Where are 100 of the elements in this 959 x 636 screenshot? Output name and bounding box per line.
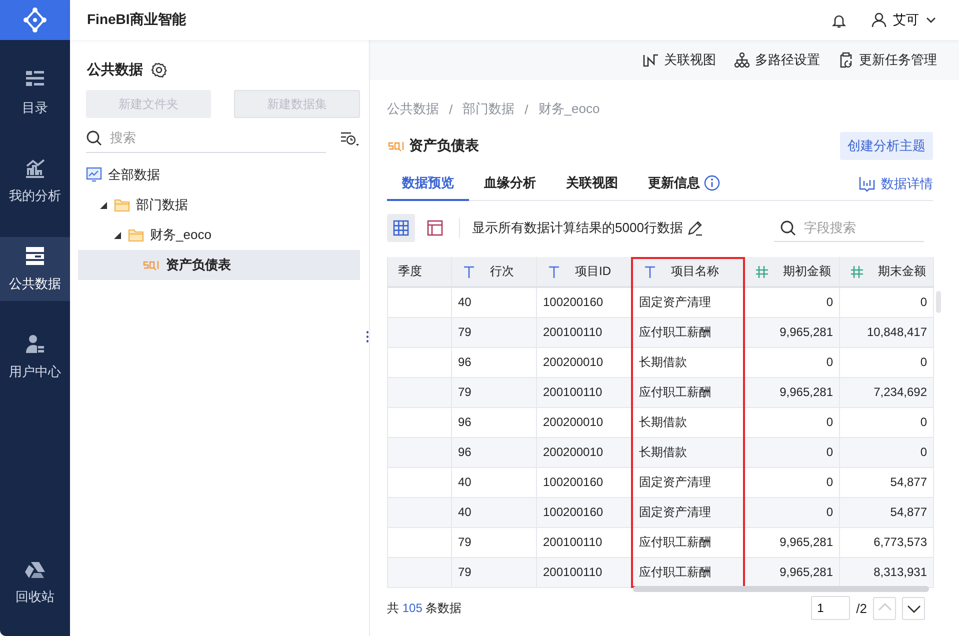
table-cell: 79 — [452, 527, 536, 557]
table-cell: 应付职工薪酬 — [632, 377, 744, 407]
table-cell: 应付职工薪酬 — [632, 557, 744, 587]
user-icon — [871, 12, 887, 28]
tab[interactable]: 关联视图 — [551, 167, 633, 201]
number-type-icon — [755, 264, 769, 278]
chart-doc-icon — [859, 176, 875, 192]
tab[interactable]: 更新信息 — [633, 167, 735, 201]
tab[interactable]: 数据预览 — [387, 167, 469, 201]
panel-title: 公共数据 — [87, 61, 143, 79]
table-cell: 应付职工薪酬 — [632, 317, 744, 347]
clipboard-refresh-icon — [838, 52, 854, 68]
table-cell: 40 — [452, 287, 536, 317]
resize-handle-icon[interactable] — [366, 330, 369, 344]
nav-item[interactable]: 我的分析 — [0, 149, 70, 213]
field-search[interactable]: 字段搜索 — [802, 219, 906, 236]
tree-item[interactable]: 部门数据 — [78, 190, 360, 220]
tree-item[interactable]: 全部数据 — [78, 160, 360, 190]
table-cell: 9,965,281 — [744, 377, 840, 407]
nav-item[interactable]: 公共数据 — [0, 237, 70, 301]
table-cell: 79 — [452, 377, 536, 407]
table-cell: 54,877 — [840, 467, 934, 497]
column-header[interactable]: 季度 — [388, 257, 452, 287]
table-cell: 固定资产清理 — [632, 497, 744, 527]
expanded-caret-icon — [100, 201, 108, 209]
create-analysis-button[interactable]: 创建分析主题 — [840, 132, 933, 160]
table-cell: 10,848,417 — [840, 317, 934, 347]
table-cell: 96 — [452, 347, 536, 377]
app-title: FineBI商业智能 — [87, 11, 187, 29]
toolbar-button[interactable]: 关联视图 — [643, 51, 716, 69]
nav-item[interactable]: 目录 — [0, 61, 70, 125]
tree-item[interactable]: 财务_eoco — [78, 220, 360, 250]
settings-icon — [151, 62, 167, 78]
layout-icon — [427, 220, 443, 236]
table-cell: 0 — [744, 497, 840, 527]
row-limit-text: 显示所有数据计算结果的5000行数据 — [472, 219, 683, 237]
user-menu[interactable]: 艾可 — [871, 11, 937, 29]
logo-icon — [21, 7, 49, 33]
table-cell: 9,965,281 — [744, 527, 840, 557]
table-cell: 0 — [840, 347, 934, 377]
text-type-icon — [643, 264, 657, 278]
table-cell: 0 — [840, 287, 934, 317]
search-field[interactable]: 搜索 — [108, 129, 326, 146]
horizontal-scrollbar[interactable] — [633, 586, 929, 592]
total-count: 共 105 条数据 — [387, 600, 462, 616]
table-cell: 79 — [452, 557, 536, 587]
column-header[interactable]: 期初金额 — [744, 257, 840, 287]
user-icon — [24, 333, 46, 355]
folder-icon — [128, 227, 144, 243]
table-cell: 96 — [452, 407, 536, 437]
view-toggle[interactable] — [387, 214, 415, 242]
sql-icon — [387, 139, 405, 153]
column-header[interactable]: 项目名称 — [632, 257, 744, 287]
table-cell: 79 — [452, 317, 536, 347]
toolbar-button[interactable]: 更新任务管理 — [838, 51, 937, 69]
page-count: /2 — [856, 600, 867, 616]
dataset-title: 资产负债表 — [409, 137, 480, 155]
breadcrumb-separator: / — [449, 102, 453, 116]
tab[interactable]: 血缘分析 — [469, 167, 551, 201]
column-header[interactable]: 行次 — [452, 257, 536, 287]
table-cell: 200100110 — [536, 377, 632, 407]
next-page-button[interactable] — [902, 596, 925, 620]
text-type-icon — [462, 264, 476, 278]
hierarchy-icon — [734, 52, 750, 68]
data-details-link[interactable]: 数据详情 — [859, 167, 933, 200]
sql-icon — [142, 258, 160, 272]
nav-item[interactable]: 回收站 — [0, 550, 70, 614]
edit-icon — [686, 220, 703, 236]
stack-icon — [24, 245, 46, 267]
search-icon — [86, 130, 102, 146]
table-cell: 6,773,573 — [840, 527, 934, 557]
filter-history-icon — [340, 130, 360, 146]
expanded-caret-icon — [114, 231, 122, 239]
column-header[interactable]: 期末金额 — [840, 257, 934, 287]
table-cell: 200100110 — [536, 557, 632, 587]
table-cell: 8,313,931 — [840, 557, 934, 587]
folder-icon — [114, 197, 130, 213]
table-cell: 0 — [744, 437, 840, 467]
table-cell: 7,234,692 — [840, 377, 934, 407]
table-cell: 200100110 — [536, 317, 632, 347]
info-icon — [704, 175, 720, 191]
table-cell: 0 — [744, 347, 840, 377]
table-cell: 96 — [452, 437, 536, 467]
tree-item[interactable]: 资产负债表 — [78, 250, 360, 280]
table-cell: 40 — [452, 497, 536, 527]
table-cell: 0 — [744, 467, 840, 497]
bar-chart-icon — [24, 157, 46, 179]
table-cell: 100200160 — [536, 497, 632, 527]
table-cell: 0 — [744, 407, 840, 437]
page-input[interactable]: 1 — [811, 596, 850, 620]
nav-item[interactable]: 用户中心 — [0, 325, 70, 389]
table-cell: 9,965,281 — [744, 317, 840, 347]
text-type-icon — [547, 264, 561, 278]
column-header[interactable]: 项目ID — [536, 257, 632, 287]
table-cell: 9,965,281 — [744, 557, 840, 587]
table-cell: 0 — [840, 407, 934, 437]
toolbar-button[interactable]: 多路径设置 — [734, 51, 820, 69]
link-view-icon — [643, 52, 659, 68]
vertical-scrollbar[interactable] — [936, 291, 941, 313]
grid-icon — [393, 220, 409, 236]
